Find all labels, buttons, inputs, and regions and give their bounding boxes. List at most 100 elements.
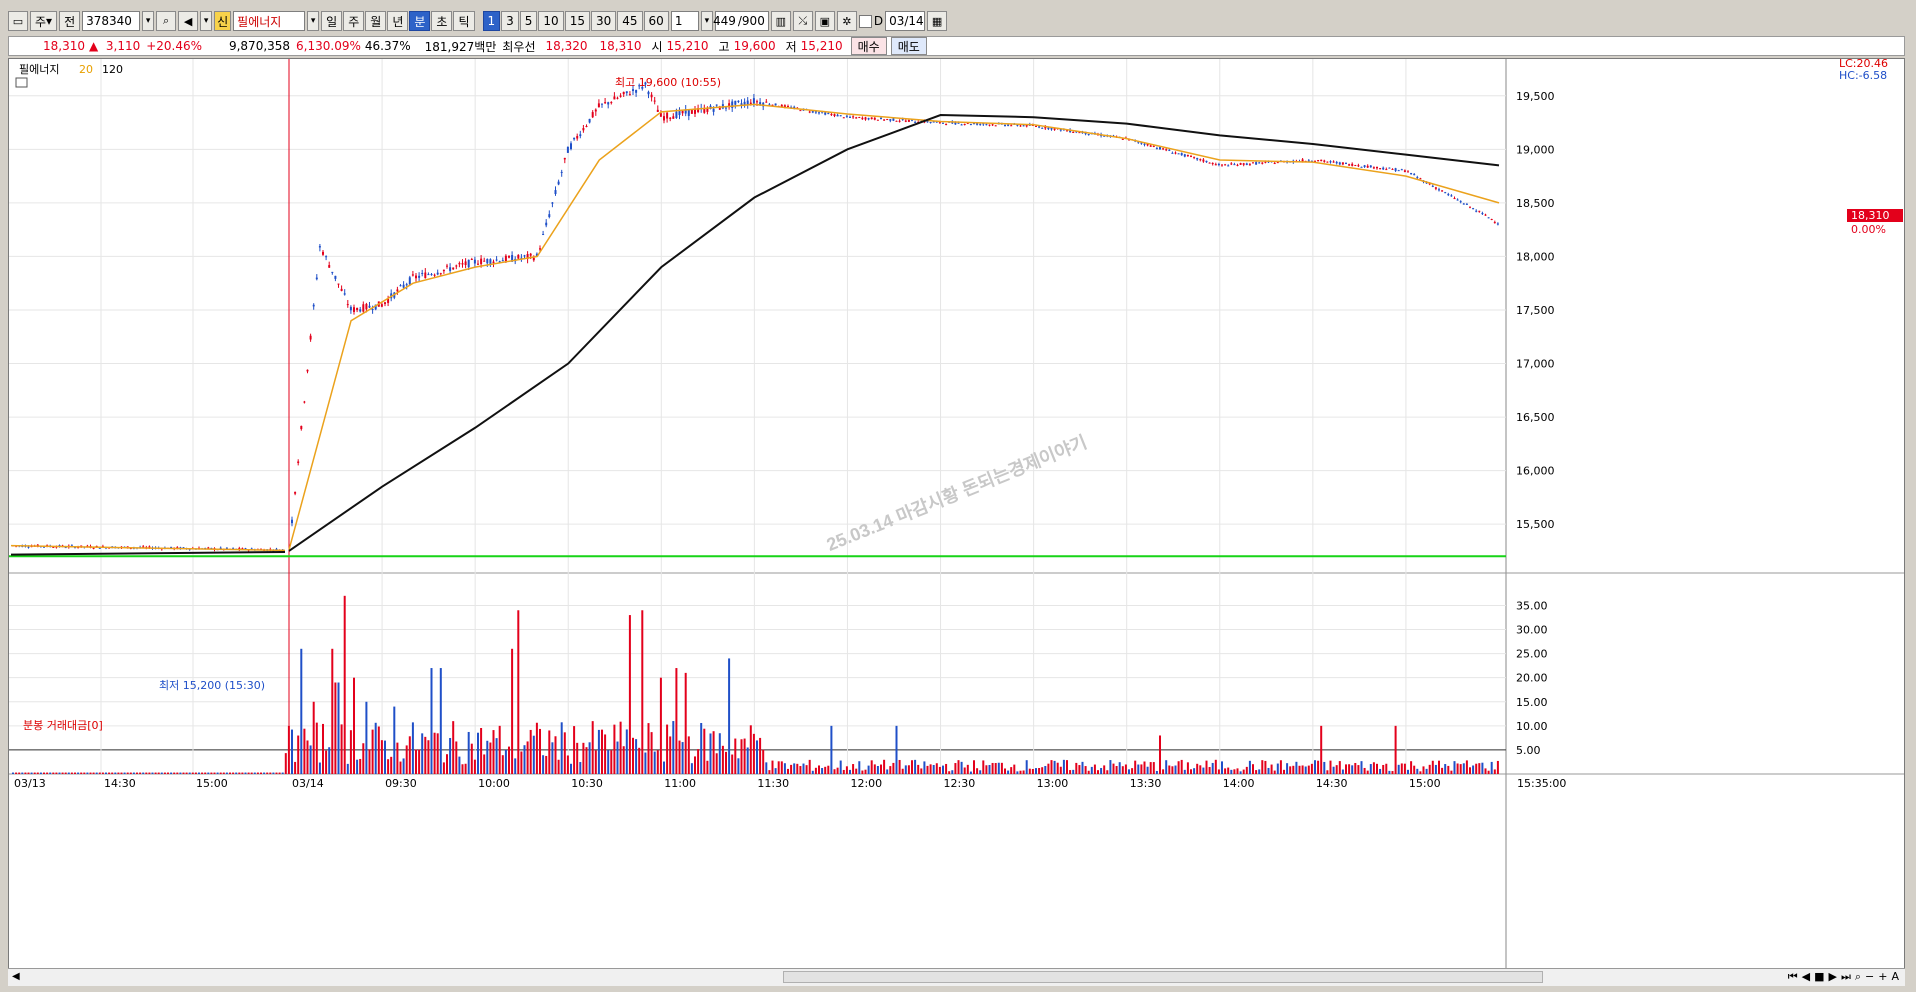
volume-bar <box>30 772 33 774</box>
candle-type-icon[interactable]: ▥ <box>770 11 791 31</box>
candle-body <box>1484 214 1487 216</box>
period-tab-3[interactable]: 년 <box>387 11 409 31</box>
nav-stop-icon[interactable]: ■ <box>1814 970 1824 984</box>
prev-button[interactable]: 전 <box>59 11 81 31</box>
gear-icon[interactable]: ✲ <box>836 11 857 31</box>
volume-bar <box>396 742 399 774</box>
nav-first-icon[interactable]: ⏮ <box>1788 970 1798 984</box>
drawing-tool-icon[interactable]: ⤯ <box>792 11 813 31</box>
candle-body <box>945 123 948 125</box>
volume-bar <box>619 721 622 774</box>
volume-bar <box>349 730 352 774</box>
volume-bar <box>46 772 49 774</box>
interval-tab-15[interactable]: 15 <box>564 11 590 31</box>
scroll-left-icon[interactable]: ◀ <box>12 971 20 982</box>
volume-bar <box>635 739 638 774</box>
time-tick-label: 03/13 <box>14 777 46 790</box>
interval-tabs: 1 3 5 10 15 30 45 60 <box>482 11 669 31</box>
volume-bar <box>1490 761 1493 774</box>
table-icon[interactable] <box>15 77 28 88</box>
volume-bar <box>1106 770 1109 774</box>
scroll-thumb[interactable] <box>783 971 1543 983</box>
period-tab-5[interactable]: 초 <box>431 11 453 31</box>
nav-prev-icon[interactable]: ◀ <box>1802 970 1810 984</box>
volume-bar <box>1447 765 1450 774</box>
speaker-dropdown-icon[interactable]: ▾ <box>200 11 213 31</box>
volume-bar <box>814 767 817 774</box>
zoom-out-icon[interactable]: − <box>1865 970 1874 984</box>
volume-bar <box>1214 759 1217 774</box>
price-tick-label: 19,000 <box>1516 143 1555 156</box>
volume-bar <box>700 722 703 774</box>
window-icon[interactable]: ▭ <box>8 11 28 31</box>
date-input[interactable]: 03/14 <box>885 11 926 31</box>
candle-body <box>1214 164 1217 166</box>
chart-canvas[interactable]: 15,500 16,000 16,500 17,000 17,500 18,000 18,5… <box>9 59 1904 977</box>
interval-dropdown-icon[interactable]: ▾ <box>700 11 713 31</box>
period-tab-6[interactable]: 틱 <box>453 11 475 31</box>
volume-tick-label: 30.00 <box>1516 624 1548 637</box>
candle-body <box>904 120 907 122</box>
market-select[interactable]: 주 ▾ <box>30 11 58 31</box>
font-size-icon[interactable]: A <box>1891 970 1899 984</box>
name-dropdown-icon[interactable]: ▾ <box>307 11 320 31</box>
period-tab-2[interactable]: 월 <box>365 11 387 31</box>
volume-bar <box>411 722 414 774</box>
interval-tab-60[interactable]: 60 <box>643 11 669 31</box>
volume-bar <box>334 682 337 774</box>
candle-body <box>622 91 625 95</box>
interval-tab-10[interactable]: 10 <box>538 11 564 31</box>
d-checkbox[interactable] <box>858 14 872 28</box>
candle-body <box>1171 152 1174 154</box>
volume-bar <box>418 749 421 774</box>
search-icon[interactable]: ⌕ <box>156 11 177 31</box>
calendar-icon[interactable]: ▦ <box>927 11 948 31</box>
chart-area[interactable]: 15,500 16,000 16,500 17,000 17,500 18,000 18,5… <box>8 58 1905 978</box>
chart-scrollbar[interactable]: ◀ ⏮ ◀ ■ ▶ ⏭ ⌕ − + A <box>8 968 1905 986</box>
stock-code-input[interactable]: 378340 <box>82 11 141 31</box>
volume-bar <box>1025 760 1028 774</box>
nav-last-icon[interactable]: ⏭ <box>1841 970 1851 984</box>
volume-bar <box>371 729 374 774</box>
custom-interval-input[interactable]: 1 <box>670 11 699 31</box>
volume-bar <box>768 770 771 774</box>
period-tab-4[interactable]: 분 <box>409 11 431 31</box>
interval-tab-1[interactable]: 1 <box>482 11 501 31</box>
period-tab-1[interactable]: 주 <box>343 11 365 31</box>
period-tab-0[interactable]: 일 <box>321 11 343 31</box>
bar-count-field[interactable]: 449/900 <box>713 11 769 31</box>
interval-tab-45[interactable]: 45 <box>617 11 643 31</box>
candle-body <box>548 214 551 218</box>
candle-body <box>1190 156 1192 158</box>
volume-bar <box>548 730 551 774</box>
volume-bar <box>1121 766 1124 774</box>
volume-bar <box>1382 764 1385 774</box>
sell-button[interactable]: 매도 <box>890 37 927 55</box>
volume-bar <box>573 726 576 774</box>
save-icon[interactable]: ▣ <box>814 11 835 31</box>
candle-body <box>1258 162 1261 164</box>
candle-body <box>303 401 306 403</box>
zoom-icon[interactable]: ⌕ <box>1855 970 1861 984</box>
candle-body <box>1354 165 1357 167</box>
volume-bar <box>256 772 259 774</box>
interval-tab-3[interactable]: 3 <box>501 11 519 31</box>
candle-body <box>1434 187 1437 189</box>
candle-body <box>845 115 848 117</box>
stock-name-field[interactable]: 필에너지 <box>233 11 306 31</box>
volume-panel-title: 분봉 거래대금[0] <box>23 719 103 732</box>
bar-count-max: /900 <box>737 14 765 28</box>
speaker-icon[interactable]: ◀ <box>178 11 199 31</box>
time-tick-label: 10:30 <box>571 777 603 790</box>
volume-bar <box>1438 760 1440 774</box>
zoom-in-icon[interactable]: + <box>1878 970 1887 984</box>
candle-body <box>1038 126 1041 128</box>
volume-bar <box>1481 762 1484 774</box>
interval-tab-30[interactable]: 30 <box>590 11 617 31</box>
volume-bar <box>1345 764 1347 774</box>
volume-bar <box>1022 770 1025 774</box>
code-dropdown-icon[interactable]: ▾ <box>142 11 155 31</box>
nav-next-icon[interactable]: ▶ <box>1828 970 1836 984</box>
interval-tab-5[interactable]: 5 <box>519 11 538 31</box>
buy-button[interactable]: 매수 <box>850 37 887 55</box>
